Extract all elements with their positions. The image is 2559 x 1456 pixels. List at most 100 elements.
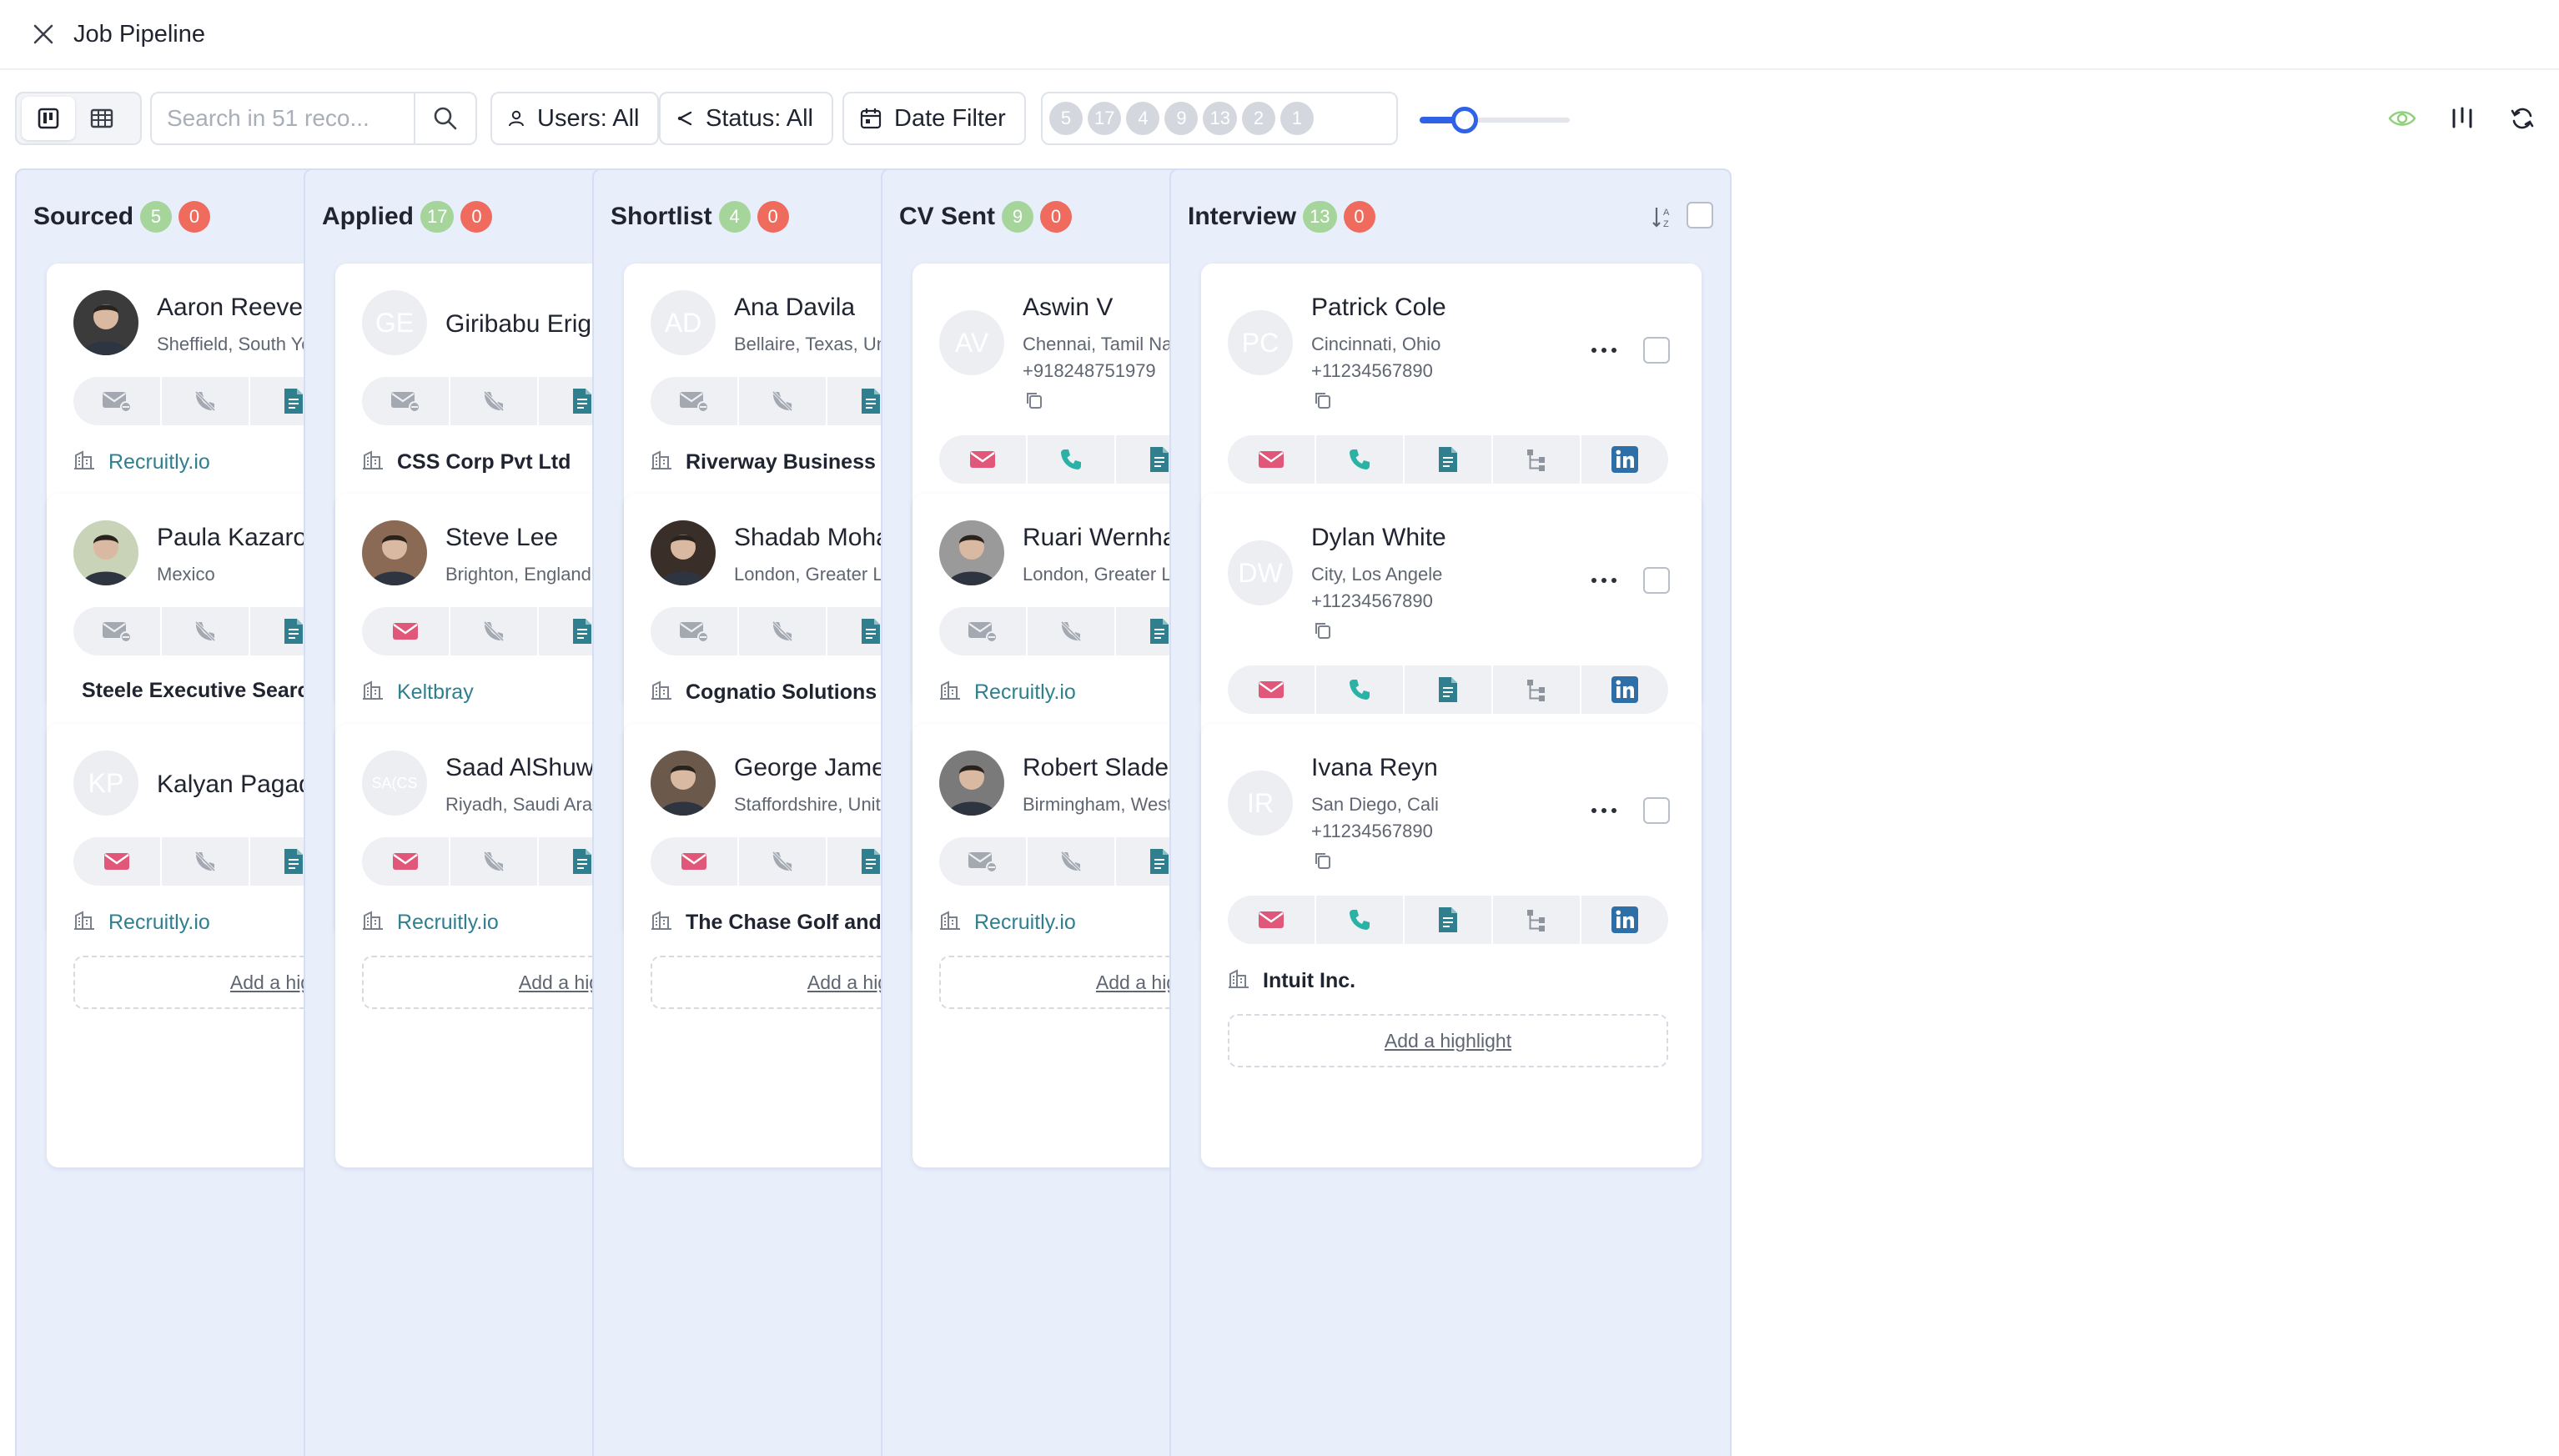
no-phone-button[interactable] <box>162 377 250 425</box>
search-button[interactable] <box>414 93 475 143</box>
call-button[interactable] <box>1316 435 1405 484</box>
copy-icon[interactable] <box>1313 390 1333 410</box>
users-filter-button[interactable]: Users: All <box>490 92 660 145</box>
no-phone-button[interactable] <box>450 837 539 886</box>
no-email-button[interactable] <box>362 377 450 425</box>
search-input[interactable] <box>167 96 417 141</box>
no-email-button[interactable] <box>651 607 739 655</box>
candidate-name[interactable]: Aaron Reeves <box>157 294 315 322</box>
copy-icon[interactable] <box>1313 620 1333 640</box>
copy-icon[interactable] <box>1313 851 1333 871</box>
call-button[interactable] <box>1028 435 1116 484</box>
no-phone-button[interactable] <box>450 607 539 655</box>
company-name[interactable]: Keltbray <box>397 680 474 705</box>
sort-icon[interactable]: AZ <box>1648 202 1678 232</box>
company-name[interactable]: Recruitly.io <box>974 911 1076 935</box>
company-name[interactable]: Recruitly.io <box>397 911 499 935</box>
columns-icon[interactable] <box>2446 102 2479 135</box>
avatar[interactable] <box>651 751 716 816</box>
stage-count-chip[interactable]: 1 <box>1280 102 1314 135</box>
stage-count-chip[interactable]: 5 <box>1049 102 1083 135</box>
avatar[interactable] <box>73 520 138 585</box>
no-phone-button[interactable] <box>162 837 250 886</box>
no-phone-button[interactable] <box>162 607 250 655</box>
avatar[interactable] <box>362 520 427 585</box>
avatar[interactable]: KP <box>73 751 138 816</box>
linkedin-icon[interactable] <box>1581 435 1668 484</box>
no-phone-button[interactable] <box>1028 607 1116 655</box>
more-options-icon[interactable] <box>1583 570 1625 590</box>
stage-count-chip[interactable]: 13 <box>1203 102 1237 135</box>
no-phone-button[interactable] <box>1028 837 1116 886</box>
email-button[interactable] <box>362 837 450 886</box>
copy-icon[interactable] <box>1024 390 1044 410</box>
email-button[interactable] <box>73 837 162 886</box>
date-filter-button[interactable]: Date Filter <box>842 92 1026 145</box>
no-email-button[interactable] <box>73 607 162 655</box>
avatar[interactable]: AD <box>651 290 716 355</box>
company-name[interactable]: Recruitly.io <box>108 450 210 474</box>
pipeline-tree-icon[interactable] <box>1493 665 1581 714</box>
avatar[interactable]: IR <box>1228 771 1293 836</box>
status-filter-button[interactable]: Status: All <box>659 92 833 145</box>
card-select-checkbox[interactable] <box>1643 337 1670 364</box>
no-email-button[interactable] <box>73 377 162 425</box>
kanban-view-button[interactable] <box>22 97 75 140</box>
linkedin-icon[interactable] <box>1581 896 1668 944</box>
no-email-button[interactable] <box>939 607 1028 655</box>
slider-handle[interactable] <box>1451 107 1478 133</box>
candidate-name[interactable]: Patrick Cole <box>1311 294 1446 322</box>
linkedin-icon[interactable] <box>1581 665 1668 714</box>
card-select-checkbox[interactable] <box>1643 797 1670 824</box>
column-select-checkbox[interactable] <box>1687 202 1713 228</box>
no-phone-button[interactable] <box>739 837 827 886</box>
more-options-icon[interactable] <box>1583 340 1625 360</box>
company-name[interactable]: Recruitly.io <box>974 680 1076 705</box>
avatar[interactable]: AV <box>939 310 1004 375</box>
stage-count-chip[interactable]: 4 <box>1126 102 1160 135</box>
email-button[interactable] <box>1228 435 1316 484</box>
more-options-icon[interactable] <box>1583 801 1625 821</box>
email-button[interactable] <box>1228 665 1316 714</box>
pipeline-tree-icon[interactable] <box>1493 435 1581 484</box>
company-name[interactable]: Recruitly.io <box>108 911 210 935</box>
close-icon[interactable] <box>25 16 62 53</box>
no-email-button[interactable] <box>939 837 1028 886</box>
candidate-name[interactable]: Robert Slade <box>1023 754 1169 782</box>
add-highlight-button[interactable]: Add a highlight <box>1228 1014 1668 1067</box>
refresh-icon[interactable] <box>2506 102 2539 135</box>
resume-icon[interactable] <box>1405 665 1493 714</box>
candidate-name[interactable]: Aswin V <box>1023 294 1113 322</box>
avatar[interactable]: GE <box>362 290 427 355</box>
email-button[interactable] <box>362 607 450 655</box>
stage-count-chip[interactable]: 17 <box>1088 102 1122 135</box>
avatar[interactable] <box>939 520 1004 585</box>
call-button[interactable] <box>1316 896 1405 944</box>
stage-count-chip[interactable]: 2 <box>1241 102 1275 135</box>
pipeline-tree-icon[interactable] <box>1493 896 1581 944</box>
no-email-button[interactable] <box>651 377 739 425</box>
stage-count-chip[interactable]: 9 <box>1164 102 1199 135</box>
candidate-name[interactable]: Ivana Reyn <box>1311 754 1438 782</box>
table-view-button[interactable] <box>75 97 128 140</box>
resume-icon[interactable] <box>1405 435 1493 484</box>
eye-icon[interactable] <box>2386 102 2419 135</box>
avatar[interactable] <box>939 751 1004 816</box>
avatar[interactable]: PC <box>1228 310 1293 375</box>
card-select-checkbox[interactable] <box>1643 567 1670 594</box>
candidate-card[interactable]: IR Ivana Reyn San Diego, Cali +11234567890 I… <box>1201 724 1702 1167</box>
avatar[interactable]: DW <box>1228 540 1293 605</box>
avatar[interactable]: SA(CS <box>362 751 427 816</box>
email-button[interactable] <box>939 435 1028 484</box>
email-button[interactable] <box>1228 896 1316 944</box>
candidate-name[interactable]: Ana Davila <box>734 294 855 322</box>
no-phone-button[interactable] <box>739 377 827 425</box>
avatar[interactable] <box>651 520 716 585</box>
avatar[interactable] <box>73 290 138 355</box>
call-button[interactable] <box>1316 665 1405 714</box>
no-phone-button[interactable] <box>450 377 539 425</box>
candidate-name[interactable]: Steve Lee <box>445 524 558 552</box>
candidate-name[interactable]: Dylan White <box>1311 524 1446 552</box>
email-button[interactable] <box>651 837 739 886</box>
no-phone-button[interactable] <box>739 607 827 655</box>
